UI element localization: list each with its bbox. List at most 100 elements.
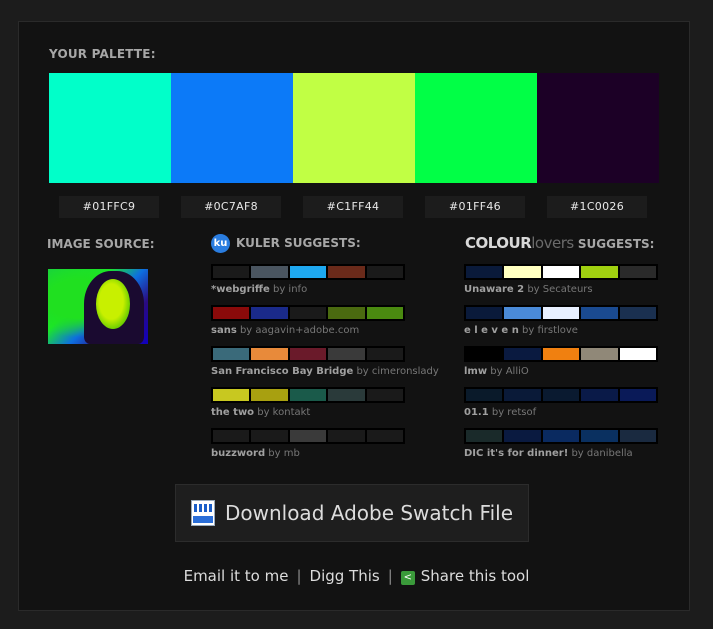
suggestion-color-chip: [504, 266, 541, 278]
suggestion-color-chip: [328, 266, 365, 278]
suggestion-color-chip: [542, 307, 580, 319]
suggestion-name[interactable]: DIC it's for dinner!: [464, 448, 568, 459]
suggestion-color-strip[interactable]: [211, 264, 405, 280]
suggestion-color-strip[interactable]: [211, 428, 405, 444]
footer-links: Email it to me | Digg This | < Share this too…: [0, 567, 713, 585]
suggestion-color-chip: [289, 266, 327, 278]
hex-label[interactable]: #1C0026: [547, 196, 647, 218]
suggestion-label[interactable]: sans by aagavin+adobe.com: [211, 325, 405, 336]
suggestion-color-chip: [466, 348, 503, 360]
palette-swatch: [171, 73, 293, 183]
suggestion-item[interactable]: *webgriffe by info: [211, 264, 405, 295]
digg-link[interactable]: Digg This: [310, 567, 380, 585]
email-link[interactable]: Email it to me: [184, 567, 289, 585]
suggestion-color-strip[interactable]: [464, 305, 658, 321]
suggestion-color-chip: [504, 307, 541, 319]
suggestion-item[interactable]: DIC it's for dinner! by danibella: [464, 428, 658, 459]
suggestion-color-chip: [619, 266, 657, 278]
suggestion-color-chip: [251, 307, 288, 319]
hex-label[interactable]: #C1FF44: [303, 196, 403, 218]
suggestion-label[interactable]: lmw by AlliO: [464, 366, 658, 377]
suggestion-item[interactable]: San Francisco Bay Bridge by cimeronslady: [211, 346, 439, 377]
suggestion-label[interactable]: e l e v e n by firstlove: [464, 325, 658, 336]
suggestion-color-strip[interactable]: [464, 428, 658, 444]
suggestion-color-chip: [366, 430, 404, 442]
share-link[interactable]: < Share this tool: [400, 567, 529, 585]
suggestion-label[interactable]: the two by kontakt: [211, 407, 405, 418]
suggestion-name[interactable]: buzzword: [211, 448, 265, 459]
suggestion-item[interactable]: sans by aagavin+adobe.com: [211, 305, 405, 336]
suggestion-name[interactable]: the two: [211, 407, 254, 418]
suggestion-color-strip[interactable]: [464, 264, 658, 280]
suggestion-color-strip[interactable]: [464, 346, 658, 362]
suggestion-color-chip: [366, 348, 404, 360]
hex-label[interactable]: #0C7AF8: [181, 196, 281, 218]
kuler-logo-icon: ku: [211, 234, 230, 253]
suggestion-color-chip: [504, 348, 541, 360]
suggestion-label[interactable]: Unaware 2 by Secateurs: [464, 284, 658, 295]
suggestion-color-chip: [251, 430, 288, 442]
suggestion-color-chip: [289, 430, 327, 442]
suggestion-item[interactable]: e l e v e n by firstlove: [464, 305, 658, 336]
suggestion-item[interactable]: Unaware 2 by Secateurs: [464, 264, 658, 295]
suggestion-color-chip: [466, 430, 503, 442]
hex-label[interactable]: #01FF46: [425, 196, 525, 218]
palette-swatch: [293, 73, 415, 183]
suggestion-color-strip[interactable]: [211, 387, 405, 403]
suggestion-color-chip: [581, 307, 618, 319]
suggestion-color-chip: [328, 389, 365, 401]
suggestion-color-chip: [251, 389, 288, 401]
suggestion-color-strip[interactable]: [211, 305, 405, 321]
suggestion-color-chip: [619, 307, 657, 319]
suggestion-label[interactable]: *webgriffe by info: [211, 284, 405, 295]
download-swatch-button[interactable]: Download Adobe Swatch File: [175, 484, 529, 542]
suggestion-color-chip: [213, 389, 250, 401]
suggestion-label[interactable]: 01.1 by retsof: [464, 407, 658, 418]
suggestion-color-chip: [504, 430, 541, 442]
suggestion-name[interactable]: San Francisco Bay Bridge: [211, 366, 353, 377]
swatch-file-icon: [190, 500, 215, 526]
suggestion-item[interactable]: the two by kontakt: [211, 387, 405, 418]
suggestion-color-chip: [581, 389, 618, 401]
suggestion-name[interactable]: Unaware 2: [464, 284, 524, 295]
suggestion-label[interactable]: San Francisco Bay Bridge by cimeronslady: [211, 366, 439, 377]
suggestion-color-chip: [366, 266, 404, 278]
suggestion-color-chip: [251, 266, 288, 278]
colourlovers-header: COLOURlovers SUGGESTS:: [465, 234, 654, 252]
suggestion-color-chip: [466, 307, 503, 319]
suggestion-color-chip: [619, 430, 657, 442]
suggestion-color-chip: [213, 266, 250, 278]
suggestion-color-chip: [328, 348, 365, 360]
separator: |: [296, 567, 302, 585]
suggestion-color-chip: [542, 348, 580, 360]
suggestion-name[interactable]: e l e v e n: [464, 325, 519, 336]
kuler-header: ku KULER SUGGESTS:: [211, 234, 361, 253]
palette-swatch: [49, 73, 171, 183]
hex-label[interactable]: #01FFC9: [59, 196, 159, 218]
image-source-title: IMAGE SOURCE:: [47, 237, 155, 251]
suggestion-color-chip: [328, 430, 365, 442]
suggestion-color-chip: [542, 266, 580, 278]
suggestion-name[interactable]: lmw: [464, 366, 487, 377]
suggestion-color-strip[interactable]: [211, 346, 405, 362]
suggestion-name[interactable]: sans: [211, 325, 237, 336]
palette-swatches: [49, 73, 659, 183]
suggestion-color-chip: [366, 389, 404, 401]
suggestion-color-chip: [619, 389, 657, 401]
suggestion-color-chip: [289, 389, 327, 401]
suggestion-color-chip: [466, 266, 503, 278]
suggestion-item[interactable]: buzzword by mb: [211, 428, 405, 459]
suggestion-name[interactable]: 01.1: [464, 407, 489, 418]
suggestion-label[interactable]: buzzword by mb: [211, 448, 405, 459]
source-image-thumbnail[interactable]: [48, 269, 148, 344]
suggestion-name[interactable]: *webgriffe: [211, 284, 270, 295]
share-icon: <: [400, 571, 415, 585]
suggestion-item[interactable]: lmw by AlliO: [464, 346, 658, 377]
suggestion-color-chip: [466, 389, 503, 401]
suggestion-label[interactable]: DIC it's for dinner! by danibella: [464, 448, 658, 459]
suggestion-item[interactable]: 01.1 by retsof: [464, 387, 658, 418]
separator: |: [387, 567, 393, 585]
colourlovers-title: SUGGESTS:: [577, 237, 655, 251]
suggestion-color-strip[interactable]: [464, 387, 658, 403]
suggestion-color-chip: [289, 307, 327, 319]
